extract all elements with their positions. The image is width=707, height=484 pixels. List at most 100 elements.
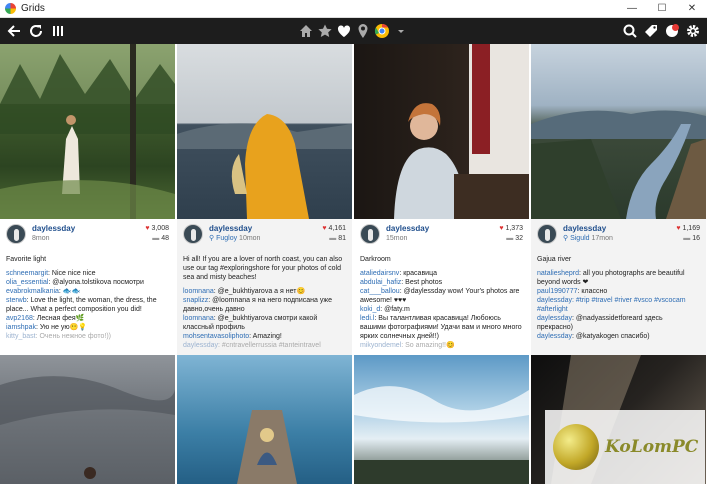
post-card[interactable]: daylessday 8mon ♥ 3,008 ▬ 48 Favorite ligh… (0, 44, 175, 484)
location-pin-icon[interactable] (355, 23, 371, 39)
gear-icon[interactable] (685, 23, 701, 39)
comment-text: : Очень нежное фото!)) (35, 333, 111, 340)
columns-icon[interactable] (50, 23, 66, 39)
comment-user[interactable]: loomnana (183, 288, 214, 295)
comment: loomnana: @e_bukhtiyarova смотри какой к… (183, 314, 346, 332)
post-photo[interactable] (0, 355, 175, 484)
app-title: Grids (21, 3, 45, 14)
comment-user[interactable]: mohsentavasoliphoto (183, 333, 249, 340)
post-stats: ♥ 1,373 ▬ 32 (499, 224, 523, 244)
refresh-icon[interactable] (28, 23, 44, 39)
post-meta: ⚲ Siguld 17mon (563, 234, 613, 244)
comment: iamshpak: Ую не ую😶💡 (6, 323, 169, 332)
comment-user[interactable]: ledi.l (360, 315, 374, 322)
post-location[interactable]: Siguld (570, 235, 589, 242)
comment-text: : Amazing! (249, 333, 282, 340)
post-username[interactable]: daylessday (386, 224, 429, 234)
close-button[interactable]: ✕ (677, 0, 707, 18)
comment-user[interactable]: iamshpak (6, 324, 36, 331)
comment: kitty_bast: Очень нежное фото!)) (6, 332, 169, 341)
title-bar: Grids — ☐ ✕ (0, 0, 707, 18)
comment-user[interactable]: evabrokmalkania (6, 288, 59, 295)
back-arrow-icon[interactable] (6, 23, 22, 39)
avatar[interactable] (360, 224, 380, 244)
comment-text: : Ую не ую😶💡 (35, 324, 88, 331)
comment-icon: ▬ (152, 235, 160, 242)
comment: loomnana: @e_bukhtiyarova а я нет😊 (183, 287, 346, 296)
comment-user[interactable]: loomnana (183, 315, 214, 322)
comment-user[interactable]: cat___ballou (360, 288, 400, 295)
comment: sterwb: Love the light, the woman, the d… (6, 296, 169, 314)
comment-icon: ▬ (683, 235, 691, 242)
dropdown-caret-icon[interactable] (393, 23, 404, 39)
comment-count: 48 (161, 235, 169, 242)
comment: nataliesheprd: all you photographs are b… (537, 269, 700, 287)
post-location[interactable]: Fugloy (216, 235, 237, 242)
comment-user[interactable]: daylessday (537, 333, 572, 340)
avatar[interactable] (6, 224, 26, 244)
post-username[interactable]: daylessday (32, 224, 75, 234)
watermark: KoLomPC (545, 410, 705, 484)
comment-text: : So amazing!!😊 (401, 342, 455, 349)
comment-user[interactable]: nataliesheprd (537, 270, 579, 277)
comment-user[interactable]: ataliedairsnv (360, 270, 399, 277)
post-caption: Favorite light (6, 256, 47, 263)
post-photo[interactable] (177, 44, 352, 219)
post-username[interactable]: daylessday (563, 224, 613, 234)
minimize-button[interactable]: — (617, 0, 647, 18)
heart-icon[interactable] (336, 23, 352, 39)
comment-user[interactable]: avp2168 (6, 315, 33, 322)
comment-count: 81 (338, 235, 346, 242)
comment-user[interactable]: daylessday (537, 315, 572, 322)
home-icon[interactable] (298, 23, 314, 39)
comment-text: : @faty.m (380, 306, 410, 313)
comment: ataliedairsnv: красавица (360, 269, 523, 278)
comment-user[interactable]: koki_d (360, 306, 380, 313)
comment-user[interactable]: abdulai_hafiz (360, 279, 401, 286)
comment: ledi.l: Вы талантливая красавица! Любоюс… (360, 314, 523, 341)
comment-user[interactable]: mikyondemel (360, 342, 401, 349)
comment-user[interactable]: sterwb (6, 297, 27, 304)
like-count: 1,169 (682, 225, 700, 232)
comment-list: loomnana: @e_bukhtiyarova а я нет😊 snapl… (183, 287, 346, 350)
tag-icon[interactable] (643, 23, 659, 39)
comment: daylessday: @nadyassidetforeard здесь пр… (537, 314, 700, 332)
comment-user[interactable]: daylessday (183, 342, 218, 349)
heart-icon: ♥ (322, 225, 327, 232)
comment-user[interactable]: snaplizz (183, 297, 208, 304)
post-card[interactable]: daylessday 15mon ♥ 1,373 ▬ 32 Darkroom ata… (354, 44, 529, 484)
search-icon[interactable] (622, 23, 638, 39)
post-photo[interactable] (354, 355, 529, 484)
comment-user[interactable]: paul1990777 (537, 288, 578, 295)
chrome-icon[interactable] (374, 23, 390, 39)
post-time: 8mon (32, 235, 50, 242)
comment: snaplizz: @loomnana я на него подписана … (183, 296, 346, 314)
comment-count: 32 (515, 235, 523, 242)
post-caption: Darkroom (360, 256, 391, 263)
post-photo[interactable] (354, 44, 529, 219)
comment-user[interactable]: schneemargit (6, 270, 48, 277)
post-photo[interactable] (177, 355, 352, 484)
watermark-logo-icon (553, 424, 599, 470)
post-card[interactable]: daylessday ⚲ Fugloy 10mon ♥ 4,161 ▬ 81 Hi … (177, 44, 352, 484)
comment-text: : Вы талантливая красавица! Любоюсь ваши… (360, 315, 522, 340)
comment-user[interactable]: daylessday (537, 297, 572, 304)
notifications-icon[interactable] (664, 23, 680, 39)
maximize-button[interactable]: ☐ (647, 0, 677, 18)
avatar[interactable] (183, 224, 203, 244)
avatar[interactable] (537, 224, 557, 244)
comment: evabrokmalkania: 🐟🐟 (6, 287, 169, 296)
comment-user[interactable]: olia_essential (6, 279, 48, 286)
comment: daylessday: @katyakogen спасибо) (537, 332, 700, 341)
post-photo[interactable] (0, 44, 175, 219)
post-stats: ♥ 4,161 ▬ 81 (322, 224, 346, 244)
comment-list: ataliedairsnv: красавица abdulai_hafiz: … (360, 269, 523, 350)
comment-text: : Лесная фея🌿 (32, 315, 85, 322)
like-count: 3,008 (151, 225, 169, 232)
comment: abdulai_hafiz: Best photos (360, 278, 523, 287)
post-photo[interactable] (531, 44, 706, 219)
star-icon[interactable] (317, 23, 333, 39)
comment: olia_essential: @alyona.tolstikova посмо… (6, 278, 169, 287)
comment-user[interactable]: kitty_bast (6, 333, 36, 340)
post-username[interactable]: daylessday (209, 224, 260, 234)
